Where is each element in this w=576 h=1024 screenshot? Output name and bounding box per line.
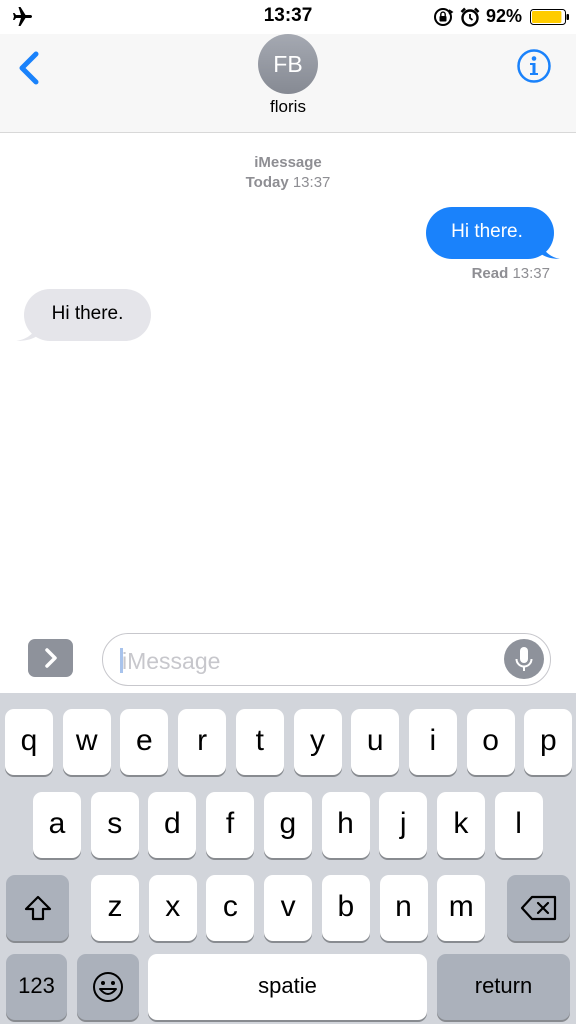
key-m[interactable]: m: [437, 875, 486, 941]
timestamp-time: 13:37: [292, 174, 331, 191]
key-b[interactable]: b: [321, 875, 370, 941]
key-l[interactable]: l: [494, 792, 543, 858]
key-d[interactable]: d: [148, 792, 197, 858]
key-e[interactable]: e: [120, 709, 169, 775]
conversation-header: FB floris: [0, 34, 576, 133]
incoming-message-bubble[interactable]: Hi there.: [16, 289, 151, 341]
delete-key[interactable]: [507, 875, 570, 941]
space-key[interactable]: spatie: [148, 954, 427, 1020]
timestamp-day: Today: [245, 174, 289, 191]
read-receipt: Read 13:37: [472, 265, 550, 282]
read-status: Read: [471, 265, 509, 282]
key-v[interactable]: v: [264, 875, 313, 941]
key-w[interactable]: w: [62, 709, 111, 775]
contact-avatar[interactable]: FB: [258, 34, 318, 94]
key-t[interactable]: t: [235, 709, 284, 775]
key-x[interactable]: x: [148, 875, 197, 941]
conversation-timestamp: Today 13:37: [0, 174, 576, 191]
chevron-right-icon: [45, 648, 57, 668]
key-a[interactable]: a: [33, 792, 81, 858]
status-bar: 13:37 92%: [0, 0, 576, 34]
key-j[interactable]: j: [379, 792, 428, 858]
key-h[interactable]: h: [321, 792, 370, 858]
service-label: iMessage: [254, 154, 322, 171]
back-button[interactable]: [14, 48, 48, 88]
key-c[interactable]: c: [206, 875, 255, 941]
return-key[interactable]: return: [437, 954, 570, 1020]
emoji-icon: [93, 972, 123, 1002]
key-q[interactable]: q: [5, 709, 53, 775]
key-g[interactable]: g: [263, 792, 312, 858]
shift-icon: [24, 895, 51, 921]
key-n[interactable]: n: [379, 875, 428, 941]
alarm-icon: [460, 7, 480, 27]
key-s[interactable]: s: [90, 792, 139, 858]
keyboard: qwertyuiop asdfghjkl zxcvbnm 123 spatie …: [0, 693, 576, 1024]
emoji-key[interactable]: [77, 954, 139, 1020]
info-button[interactable]: [516, 48, 552, 84]
key-o[interactable]: o: [466, 709, 515, 775]
key-f[interactable]: f: [206, 792, 255, 858]
key-r[interactable]: r: [178, 709, 227, 775]
key-y[interactable]: y: [293, 709, 342, 775]
shift-key[interactable]: [6, 875, 69, 941]
orientation-lock-icon: [434, 8, 454, 26]
read-time: 13:37: [512, 265, 550, 282]
backspace-icon: [520, 895, 556, 921]
outgoing-message-bubble[interactable]: Hi there.: [426, 207, 560, 259]
message-text: Hi there.: [51, 303, 124, 324]
key-z[interactable]: z: [91, 875, 139, 941]
microphone-button[interactable]: [504, 639, 544, 679]
microphone-icon: [515, 647, 533, 671]
numbers-key[interactable]: 123: [6, 954, 67, 1020]
key-p[interactable]: p: [524, 709, 573, 775]
message-input[interactable]: iMessage: [102, 633, 551, 686]
message-text: Hi there.: [451, 221, 523, 242]
key-u[interactable]: u: [351, 709, 400, 775]
key-k[interactable]: k: [436, 792, 485, 858]
key-i[interactable]: i: [408, 709, 457, 775]
apps-button[interactable]: [28, 639, 73, 677]
battery-icon: [530, 9, 569, 25]
battery-percentage: 92%: [486, 6, 523, 26]
chevron-left-icon: [19, 51, 39, 85]
contact-name[interactable]: floris: [0, 97, 576, 117]
message-placeholder: iMessage: [122, 648, 221, 674]
